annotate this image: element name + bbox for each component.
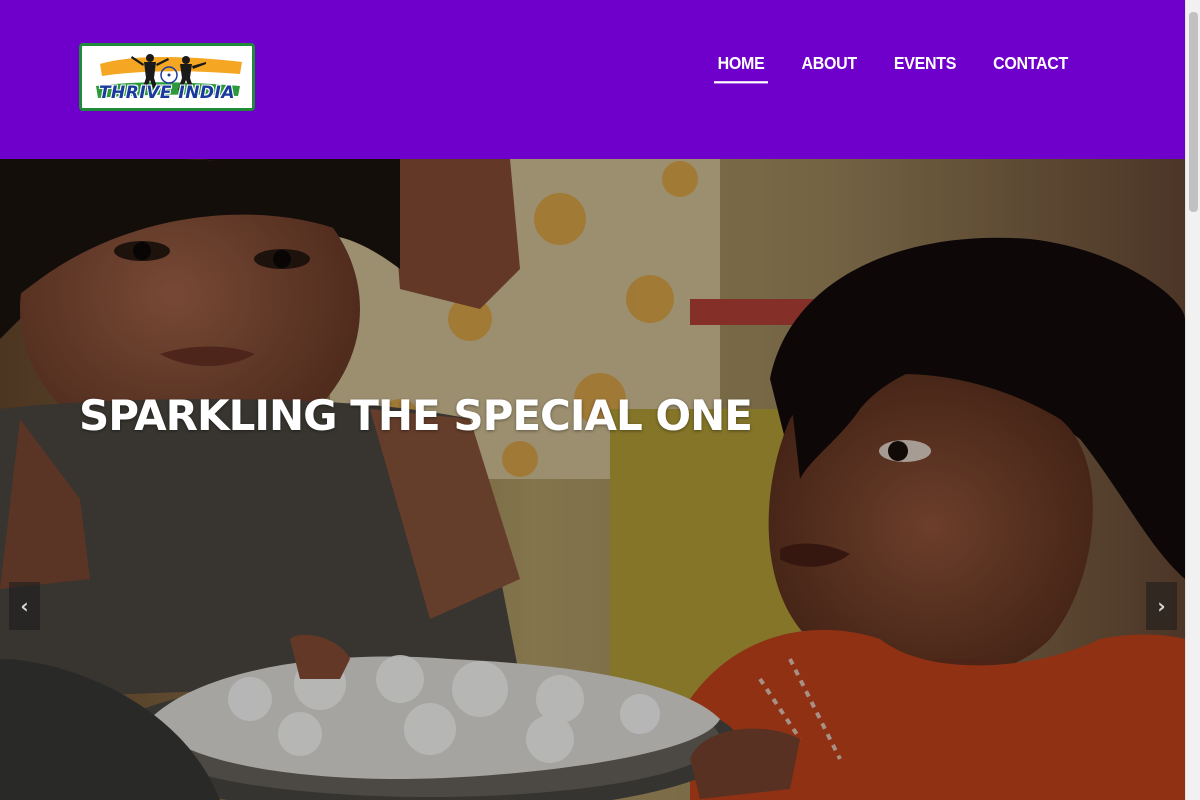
nav-events[interactable]: EVENTS bbox=[894, 53, 957, 84]
nav-home[interactable]: HOME bbox=[713, 53, 769, 84]
scrollbar-thumb[interactable] bbox=[1189, 12, 1198, 212]
site-logo[interactable]: THRIVE INDIA bbox=[79, 43, 255, 111]
hero-photo bbox=[0, 159, 1185, 800]
site-header: THRIVE INDIA HOME ABOUT EVENTS CONTACT bbox=[0, 0, 1185, 159]
nav-about[interactable]: ABOUT bbox=[801, 53, 857, 84]
hero-carousel: SPARKLING THE SPECIAL ONE ‹ › bbox=[0, 159, 1185, 800]
nav-contact[interactable]: CONTACT bbox=[993, 53, 1068, 84]
carousel-next-button[interactable]: › bbox=[1146, 582, 1177, 630]
hero-title: SPARKLING THE SPECIAL ONE bbox=[79, 391, 753, 440]
main-nav: HOME ABOUT EVENTS CONTACT bbox=[681, 53, 1068, 84]
carousel-prev-button[interactable]: ‹ bbox=[9, 582, 40, 630]
logo-text: THRIVE INDIA bbox=[98, 83, 236, 103]
page-scrollbar[interactable] bbox=[1185, 0, 1200, 800]
chevron-left-icon: ‹ bbox=[20, 594, 29, 618]
chevron-right-icon: › bbox=[1157, 594, 1166, 618]
